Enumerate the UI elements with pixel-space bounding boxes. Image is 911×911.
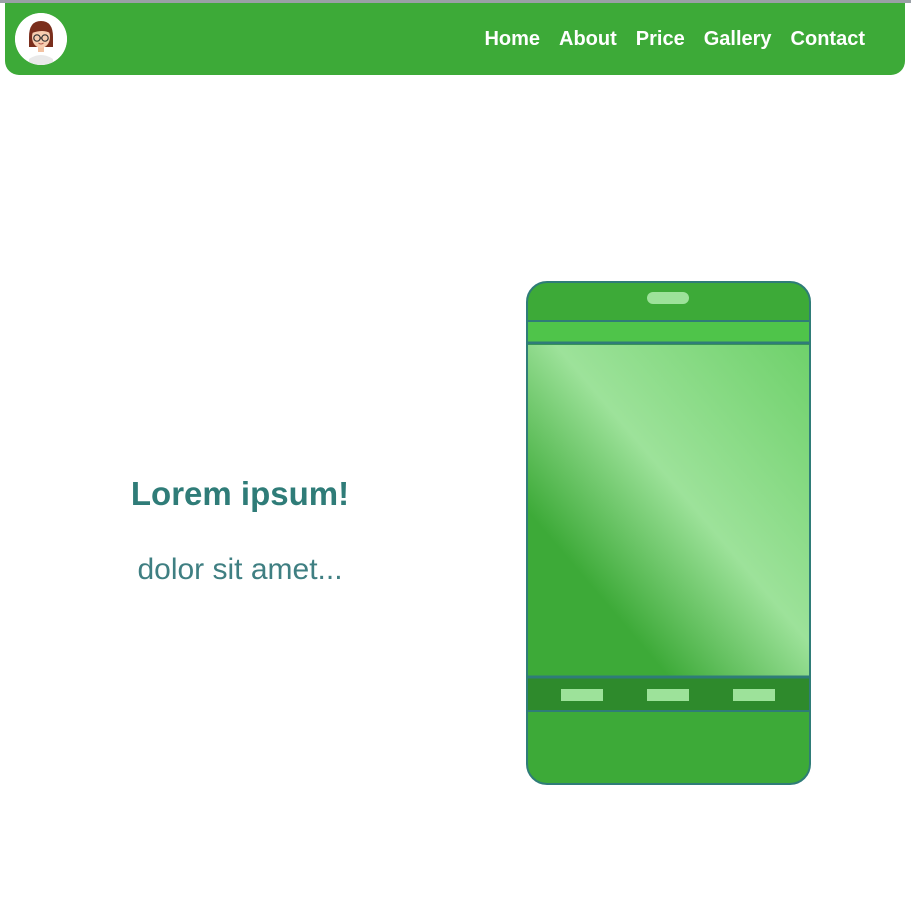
nav-contact[interactable]: Contact (791, 28, 865, 51)
main-nav: Home About Price Gallery Contact (484, 3, 865, 75)
woman-avatar-icon (15, 13, 67, 65)
navbar: Home About Price Gallery Contact (5, 3, 905, 75)
hero-subtitle: dolor sit amet... (137, 553, 343, 586)
avatar-logo[interactable] (15, 13, 67, 65)
nav-gallery[interactable]: Gallery (704, 28, 772, 51)
nav-about[interactable]: About (559, 28, 617, 51)
nav-price[interactable]: Price (636, 28, 685, 51)
smartphone-icon (526, 281, 811, 785)
phone-illustration (526, 281, 811, 791)
nav-home[interactable]: Home (484, 28, 540, 51)
hero-title: Lorem ipsum! (130, 475, 350, 512)
